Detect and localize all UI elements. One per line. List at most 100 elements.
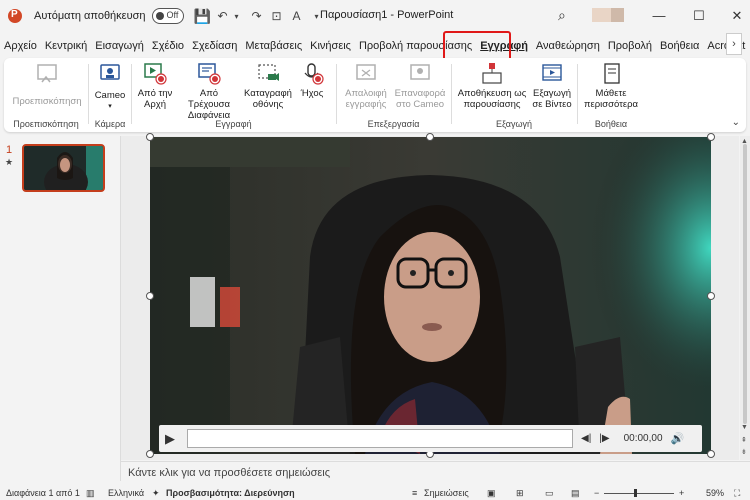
redo-icon[interactable]: ↷ — [250, 9, 264, 23]
autosave-label: Αυτόματη αποθήκευση — [34, 10, 146, 22]
step-back-icon[interactable]: ◀| — [581, 433, 591, 444]
status-bar: Διαφάνεια 1 από 1 ▥ Ελληνικά ✦ Προσβασιμ… — [0, 486, 750, 500]
group-label-record: Εγγραφή — [215, 119, 252, 129]
accessibility-status[interactable]: Προσβασιμότητα: Διερεύνηση — [166, 488, 295, 498]
record-from-current-icon — [196, 62, 222, 86]
audio-recording-button[interactable]: Ήχος — [297, 62, 327, 99]
export-video-button[interactable]: Εξαγωγή σε Βίντεο — [530, 62, 574, 110]
from-start-label-2: Αρχή — [143, 99, 166, 110]
learn-more-label-2: περισσότερα — [583, 99, 639, 110]
tab-view[interactable]: Προβολή — [604, 40, 656, 52]
notes-pane[interactable]: Κάντε κλικ για να προσθέσετε σημειώσεις — [121, 461, 750, 485]
fit-to-window-icon[interactable]: ⛶ — [734, 488, 740, 499]
tab-home[interactable]: Κεντρική — [41, 40, 91, 52]
language[interactable]: Ελληνικά — [108, 488, 144, 498]
restore-cameo-button[interactable]: Επαναφορά στο Cameo — [393, 62, 447, 110]
tab-design[interactable]: Σχεδίαση — [188, 40, 241, 52]
restore-button[interactable]: ☐ — [689, 6, 709, 26]
save-icon[interactable]: 💾 — [194, 8, 211, 25]
export-video-label-2: σε Βίντεο — [532, 99, 572, 110]
learn-more-button[interactable]: Μάθετε περισσότερα — [580, 62, 642, 110]
record-from-start-button[interactable]: Από την Αρχή — [134, 62, 176, 110]
next-slide-icon[interactable]: ⇟ — [741, 448, 747, 456]
zoom-slider-thumb[interactable] — [634, 489, 637, 497]
slide-thumbnail-1[interactable] — [22, 144, 105, 192]
tab-draw[interactable]: Σχέδιο — [148, 40, 188, 52]
learn-more-icon — [598, 62, 624, 86]
avatar[interactable] — [592, 8, 624, 22]
font-color-icon[interactable]: A — [290, 9, 304, 23]
preview-button[interactable]: Προεπισκόπηση — [12, 62, 82, 107]
record-from-start-icon — [142, 62, 168, 86]
reading-view-icon[interactable]: ▭ — [545, 488, 554, 499]
spelling-check-icon[interactable]: ▥ — [86, 488, 95, 499]
screen-recording-label-1: Καταγραφή — [244, 88, 292, 99]
ribbon-tabs: Αρχείο Κεντρική Εισαγωγή Σχέδιο Σχεδίαση… — [0, 34, 750, 58]
save-as-show-icon — [479, 62, 505, 86]
tab-review[interactable]: Αναθεώρηση — [532, 40, 604, 52]
scroll-thumb[interactable] — [743, 144, 747, 424]
zoom-out-icon[interactable]: − — [594, 488, 599, 498]
notes-toggle[interactable]: Σημειώσεις — [424, 488, 469, 498]
from-start-label-1: Από την — [137, 88, 173, 99]
reset-label-2: εγγραφής — [345, 99, 387, 110]
group-label-edit: Επεξεργασία — [367, 119, 420, 129]
close-button[interactable]: ✕ — [727, 6, 747, 26]
video-frame-image — [150, 137, 711, 454]
save-as-show-button[interactable]: Αποθήκευση ως παρουσίασης — [454, 62, 530, 110]
resize-handle-top-right[interactable] — [707, 133, 715, 141]
slide-sorter-icon[interactable]: ⊞ — [516, 488, 524, 499]
tab-insert[interactable]: Εισαγωγή — [91, 40, 148, 52]
slideshow-view-icon[interactable]: ▤ — [571, 488, 580, 499]
resize-handle-top[interactable] — [426, 133, 434, 141]
reset-recording-icon — [353, 62, 379, 86]
reset-recording-button[interactable]: Απαλοιφή εγγραφής — [341, 62, 391, 110]
resize-handle-right[interactable] — [707, 292, 715, 300]
scroll-down-icon[interactable]: ▼ — [741, 424, 748, 431]
ribbon-group-edit: Απαλοιφή εγγραφής Επαναφορά στο Cameo Επ… — [337, 58, 450, 132]
notes-icon: ≡ — [412, 488, 418, 498]
video-object[interactable] — [150, 137, 711, 454]
resize-handle-top-left[interactable] — [146, 133, 154, 141]
zoom-slider[interactable] — [604, 493, 674, 494]
cameo-button[interactable]: Cameo ▾ — [91, 62, 129, 112]
tab-help[interactable]: Βοήθεια — [656, 40, 703, 52]
resize-handle-bottom-left[interactable] — [146, 450, 154, 458]
play-icon[interactable]: ▶ — [159, 431, 181, 447]
slide-count: Διαφάνεια 1 από 1 — [6, 488, 80, 498]
step-forward-icon[interactable]: |▶ — [599, 433, 609, 444]
volume-icon[interactable]: 🔊 — [671, 432, 685, 445]
normal-view-icon[interactable]: ▣ — [487, 488, 496, 499]
tabs-scroll-right-icon[interactable]: › — [726, 33, 742, 55]
slide-animation-star-icon: ★ — [5, 157, 14, 167]
preview-label: Προεπισκόπηση — [12, 96, 82, 107]
ribbon-collapse-icon[interactable]: ⌄ — [732, 117, 740, 128]
save-as-show-label-1: Αποθήκευση ως — [457, 88, 527, 99]
undo-icon[interactable]: ↶ — [216, 9, 230, 23]
search-icon[interactable]: ⌕ — [558, 7, 566, 24]
tab-file[interactable]: Αρχείο — [0, 40, 41, 52]
autosave-toggle[interactable]: Off — [151, 8, 184, 24]
screen-recording-button[interactable]: Καταγραφή οθόνης — [242, 62, 294, 110]
previous-slide-icon[interactable]: ⇞ — [741, 436, 747, 444]
ribbon-group-export: Αποθήκευση ως παρουσίασης Εξαγωγή σε Βίν… — [452, 58, 576, 132]
preview-icon — [34, 62, 60, 86]
from-current-label-1: Από Τρέχουσα — [187, 88, 230, 110]
undo-dropdown-icon[interactable]: ▾ — [230, 12, 244, 21]
tab-animations[interactable]: Κινήσεις — [306, 40, 355, 52]
minimize-button[interactable]: — — [649, 6, 669, 26]
save-as-show-label-2: παρουσίασης — [463, 99, 521, 110]
record-from-current-button[interactable]: Από Τρέχουσα Διαφάνεια — [178, 62, 240, 121]
cameo-icon — [97, 62, 123, 86]
zoom-in-icon[interactable]: + — [679, 488, 684, 498]
seek-bar[interactable] — [187, 429, 573, 448]
present-from-start-icon[interactable]: ⊡ — [270, 9, 284, 23]
resize-handle-bottom-right[interactable] — [707, 450, 715, 458]
resize-handle-left[interactable] — [146, 292, 154, 300]
tab-transitions[interactable]: Μεταβάσεις — [241, 40, 306, 52]
autosave-state-text: Off — [166, 10, 179, 20]
restore-cameo-icon — [407, 62, 433, 86]
vertical-scrollbar[interactable]: ▲ ▼ ⇞ ⇟ — [740, 136, 750, 460]
zoom-level[interactable]: 59% — [706, 488, 724, 498]
screen-recording-icon — [255, 62, 281, 86]
